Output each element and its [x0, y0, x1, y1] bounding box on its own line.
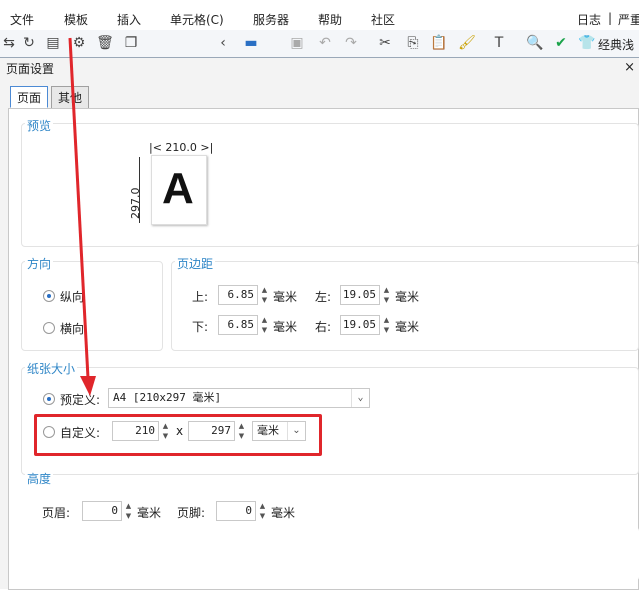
menu-help[interactable]: 帮助: [318, 11, 342, 28]
menu-file[interactable]: 文件: [10, 11, 34, 28]
preview-width-value: 210.0: [165, 141, 197, 154]
paste-format-icon[interactable]: ⇆: [0, 34, 18, 52]
chevron-down-icon[interactable]: ⌄: [351, 389, 369, 407]
margin-bottom-input[interactable]: 6.85: [218, 315, 258, 335]
margin-bottom-label: 下:: [192, 320, 209, 334]
chevron-left-icon[interactable]: ‹: [214, 34, 232, 52]
toolbar: ⇆ ↻ ▤ ⚙ 🗑 ❐ ‹ ▬ ▣ ↶ ↷ ✂ ⎘ 📋 🖌 T 🔍 ✔ 👕 经典…: [0, 30, 639, 58]
margin-bottom-stepper[interactable]: ▲ ▼: [259, 315, 270, 335]
margin-left-stepper[interactable]: ▲ ▼: [381, 285, 392, 305]
margin-left-label: 左:: [315, 290, 332, 304]
margin-right-stepper[interactable]: ▲ ▼: [381, 315, 392, 335]
undo-icon[interactable]: ↶: [316, 34, 334, 52]
cut-icon[interactable]: ✂: [376, 34, 394, 52]
predefined-radio[interactable]: [43, 393, 55, 405]
page-icon[interactable]: ▤: [44, 34, 62, 52]
tab-panel: 预览 |< 210.0 >| 297.0 A 方向 纵向 横向 页边距 上: 6…: [8, 108, 639, 590]
margins-group: [171, 261, 639, 351]
menu-community[interactable]: 社区: [371, 11, 395, 28]
paper-letter: A: [162, 164, 194, 213]
margin-left-unit: 毫米: [395, 290, 420, 304]
margin-top-label: 上:: [192, 290, 209, 304]
menu-bar: 文件 模板 插入 单元格(C) 服务器 帮助 社区 日志 | 严重: [0, 8, 639, 30]
refresh-icon[interactable]: ↻: [20, 34, 38, 52]
landscape-radio[interactable]: [43, 322, 55, 334]
preview-icon[interactable]: 🔍: [526, 34, 544, 52]
paper-size-select[interactable]: A4 [210x297 毫米] ⌄: [108, 388, 370, 408]
portrait-label[interactable]: 纵向: [60, 288, 84, 305]
preview-height-value: 297.0: [129, 187, 142, 220]
page-setup-dialog: 页面设置 × 页面 其他 预览 |< 210.0 >| 297.0 A 方向 纵…: [0, 57, 639, 590]
margin-right-label: 右:: [315, 320, 332, 334]
height-group-label: 高度: [25, 470, 54, 487]
theme-label[interactable]: 经典浅: [598, 36, 634, 53]
menu-log[interactable]: 日志: [577, 11, 601, 28]
preview-height-line: [139, 157, 140, 223]
header-height-stepper[interactable]: ▲ ▼: [123, 501, 134, 521]
format-icon[interactable]: ▬: [242, 34, 260, 52]
margin-top-stepper[interactable]: ▲ ▼: [259, 285, 270, 305]
footer-label: 页脚:: [177, 506, 206, 520]
menu-template[interactable]: 模板: [64, 11, 88, 28]
margin-bottom-unit: 毫米: [273, 320, 298, 334]
portrait-radio[interactable]: [43, 290, 55, 302]
margin-top-input[interactable]: 6.85: [218, 285, 258, 305]
tab-other[interactable]: 其他: [51, 86, 90, 108]
window-top-strip: [0, 0, 639, 8]
menu-cell[interactable]: 单元格(C): [170, 11, 224, 28]
footer-unit: 毫米: [271, 506, 296, 520]
menu-insert[interactable]: 插入: [117, 11, 141, 28]
orientation-group: [21, 261, 163, 351]
check-icon[interactable]: ✔: [552, 34, 570, 52]
copy-doc-icon[interactable]: ⎘: [404, 34, 422, 52]
copy-icon[interactable]: ❐: [122, 34, 140, 52]
menu-severe[interactable]: 严重: [618, 11, 639, 28]
header-height-input[interactable]: 0: [82, 501, 122, 521]
text-icon[interactable]: T: [490, 34, 508, 52]
margin-top-unit: 毫米: [273, 290, 298, 304]
paper-size-group-label: 纸张大小: [25, 360, 78, 377]
height-group: [21, 527, 639, 581]
header-label: 页眉:: [42, 506, 71, 520]
margin-left-input[interactable]: 19.05: [340, 285, 380, 305]
menu-separator: |: [608, 11, 613, 25]
landscape-label[interactable]: 横向: [60, 320, 84, 337]
tab-other-label: 其他: [58, 91, 83, 105]
paper-preview: A: [151, 155, 207, 225]
save-icon[interactable]: ▣: [288, 34, 306, 52]
format-painter-icon[interactable]: 🖌: [458, 34, 476, 52]
preview-group-label: 预览: [25, 117, 54, 134]
paste-icon[interactable]: 📋: [430, 34, 448, 52]
settings-icon[interactable]: ⚙: [70, 34, 88, 52]
tab-page[interactable]: 页面: [10, 86, 49, 108]
close-icon[interactable]: ×: [624, 60, 635, 75]
margins-group-label: 页边距: [175, 255, 216, 272]
annotation-highlight-box: [34, 414, 322, 456]
predefined-label[interactable]: 预定义:: [60, 391, 100, 408]
tab-page-label: 页面: [17, 91, 42, 105]
delete-icon[interactable]: 🗑: [96, 34, 114, 52]
menu-server[interactable]: 服务器: [253, 11, 289, 28]
paper-size-value: A4 [210x297 毫米]: [113, 391, 222, 404]
orientation-group-label: 方向: [25, 255, 54, 272]
footer-height-input[interactable]: 0: [216, 501, 256, 521]
margin-right-input[interactable]: 19.05: [340, 315, 380, 335]
shirt-icon[interactable]: 👕: [578, 34, 596, 52]
dialog-title: 页面设置: [6, 62, 55, 76]
header-unit: 毫米: [137, 506, 162, 520]
redo-icon[interactable]: ↷: [342, 34, 360, 52]
preview-group: [21, 123, 639, 247]
footer-height-stepper[interactable]: ▲ ▼: [257, 501, 268, 521]
margin-right-unit: 毫米: [395, 320, 420, 334]
preview-width-dimension: |< 210.0 >|: [149, 141, 214, 154]
